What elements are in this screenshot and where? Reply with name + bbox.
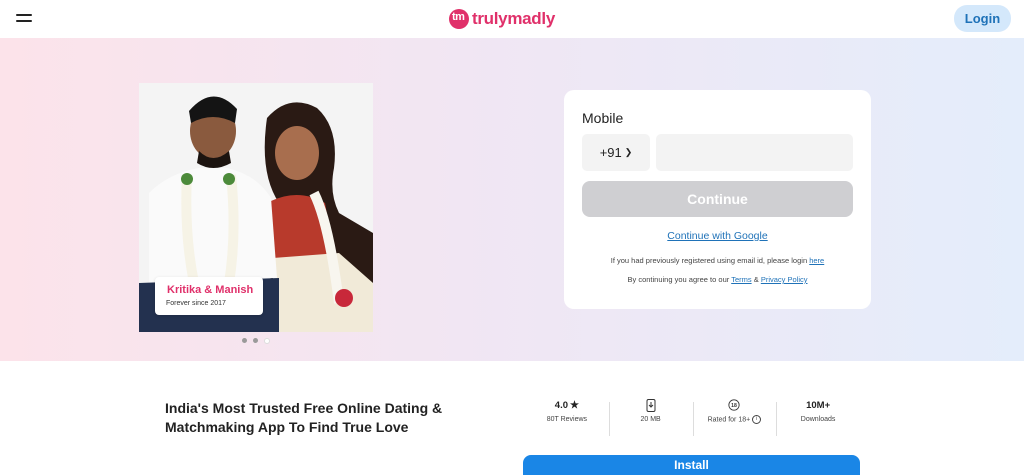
carousel-dot[interactable] (253, 338, 258, 343)
age-18-icon: 18 (728, 398, 740, 412)
email-login-note: If you had previously registered using e… (564, 256, 871, 265)
country-code-value: +91 (599, 145, 622, 160)
login-card: Mobile +91 ❯ Continue Continue with Goog… (564, 90, 871, 309)
terms-prefix-text: By continuing you agree to our (627, 275, 730, 284)
couple-caption: Kritika & Manish Forever since 2017 (155, 277, 263, 315)
reviews-label: 80T Reviews (546, 416, 588, 423)
brand-name: trulymadly (472, 9, 555, 28)
phone-number-input[interactable] (656, 134, 853, 171)
app-stats: 4.0 ★ 80T Reviews 20 MB 18 Rated for 18+… (525, 398, 860, 440)
country-code-select[interactable]: +91 ❯ (582, 134, 650, 171)
terms-note: By continuing you agree to our Terms & P… (564, 275, 871, 284)
tagline-heading: India's Most Trusted Free Online Dating … (165, 400, 443, 435)
carousel-dot[interactable] (242, 338, 247, 343)
login-button[interactable]: Login (954, 5, 1011, 32)
menu-icon[interactable] (16, 12, 32, 24)
couple-name: Kritika & Manish (167, 284, 254, 296)
hero-section: Kritika & Manish Forever since 2017 Mobi… (0, 38, 1024, 361)
brand-logo[interactable]: trulymadly (449, 7, 555, 31)
email-login-here-link[interactable]: here (809, 256, 824, 265)
stat-age-rating: 18 Rated for 18+ i (692, 398, 777, 440)
info-icon[interactable]: i (752, 415, 762, 424)
size-label: 20 MB (640, 416, 661, 423)
continue-with-google-link[interactable]: Continue with Google (564, 230, 871, 242)
terms-amp: & (753, 275, 759, 284)
continue-button[interactable]: Continue (582, 181, 853, 217)
menu-icon-bar (16, 20, 32, 22)
couple-since: Forever since 2017 (166, 300, 226, 307)
stat-size: 20 MB (608, 398, 693, 440)
email-note-text: If you had previously registered using e… (610, 256, 808, 265)
svg-text:18: 18 (732, 403, 738, 409)
carousel-dots (242, 338, 270, 344)
privacy-policy-link[interactable]: Privacy Policy (761, 275, 808, 284)
stat-downloads: 10M+ Downloads (776, 398, 860, 440)
downloads-value: 10M+ (806, 399, 831, 411)
mobile-label: Mobile (582, 110, 624, 126)
star-icon: ★ (570, 399, 579, 411)
stat-rating: 4.0 ★ 80T Reviews (525, 398, 609, 440)
downloads-label: Downloads (800, 416, 836, 423)
install-button[interactable]: Install (523, 455, 860, 475)
carousel-dot-active[interactable] (264, 338, 270, 344)
logo-mark-icon (449, 9, 469, 29)
menu-icon-bar (16, 14, 32, 16)
chevron-down-icon: ❯ (624, 147, 633, 157)
phone-download-icon (645, 398, 657, 412)
terms-link[interactable]: Terms (731, 275, 751, 284)
rating-value: 4.0 (554, 399, 568, 411)
age-rating-label: Rated for 18+ i (708, 415, 762, 424)
top-header: trulymadly Login (0, 0, 1024, 38)
